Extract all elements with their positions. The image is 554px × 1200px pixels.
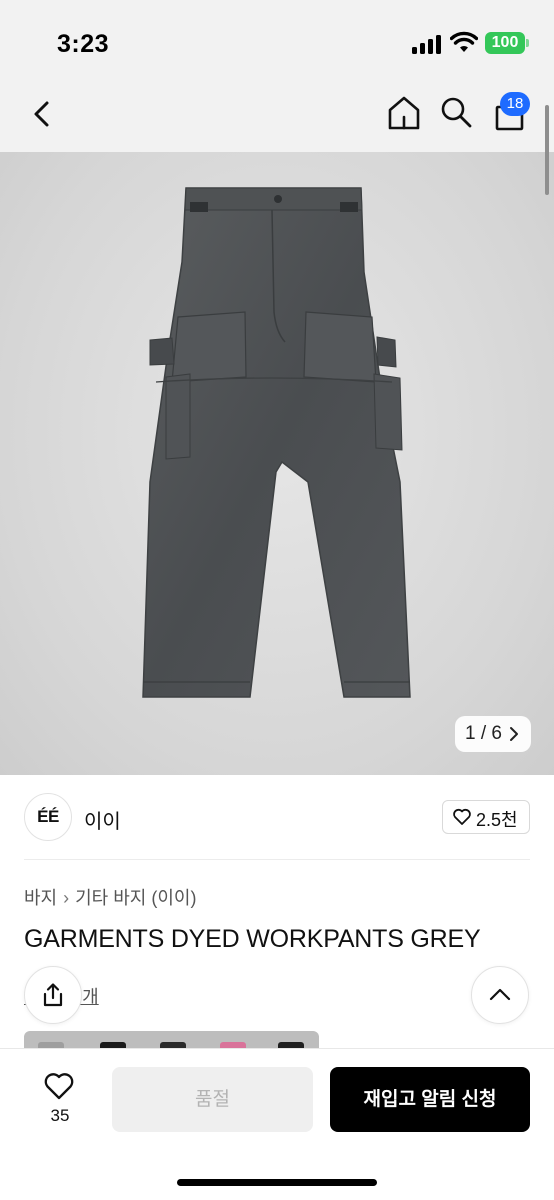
battery-nub	[526, 39, 529, 47]
breadcrumb-item-subcategory[interactable]: 기타 바지 (이이)	[75, 884, 196, 910]
chevron-up-icon	[489, 988, 511, 1001]
heart-icon	[44, 1073, 74, 1100]
product-title: GARMENTS DYED WORKPANTS GREY	[24, 925, 481, 953]
pants-image	[142, 187, 411, 698]
battery-indicator: 100	[485, 32, 525, 54]
breadcrumb-item-category[interactable]: 바지	[24, 884, 57, 910]
wifi-icon	[450, 31, 478, 52]
home-icon[interactable]	[385, 94, 423, 132]
brand-name[interactable]: 이이	[84, 805, 121, 834]
chevron-left-icon[interactable]	[26, 96, 58, 132]
chevron-right-icon	[510, 727, 518, 741]
search-icon[interactable]	[438, 94, 474, 130]
breadcrumb: 바지 › 기타 바지 (이이)	[24, 884, 196, 910]
home-indicator	[177, 1179, 377, 1186]
soldout-button[interactable]: 품절	[112, 1067, 313, 1132]
image-counter[interactable]: 1 / 6	[455, 716, 531, 752]
restock-alert-button[interactable]: 재입고 알림 신청	[330, 1067, 530, 1132]
divider	[24, 859, 530, 860]
scroll-indicator	[545, 105, 549, 195]
color-thumbnail-strip[interactable]	[24, 1031, 319, 1048]
cellular-signal-icon	[412, 34, 442, 54]
brand-logo[interactable]: ÉÉ	[24, 793, 72, 841]
status-time: 3:23	[57, 30, 110, 58]
share-icon	[43, 983, 63, 1007]
heart-icon	[453, 808, 471, 825]
cart-badge: 18	[500, 92, 530, 116]
wishlist-count: 35	[50, 1106, 70, 1125]
brand-like-count: 2.5천	[476, 810, 518, 830]
product-image[interactable]	[0, 152, 554, 775]
breadcrumb-separator-icon: ›	[63, 888, 70, 908]
nav-bar	[0, 80, 554, 152]
